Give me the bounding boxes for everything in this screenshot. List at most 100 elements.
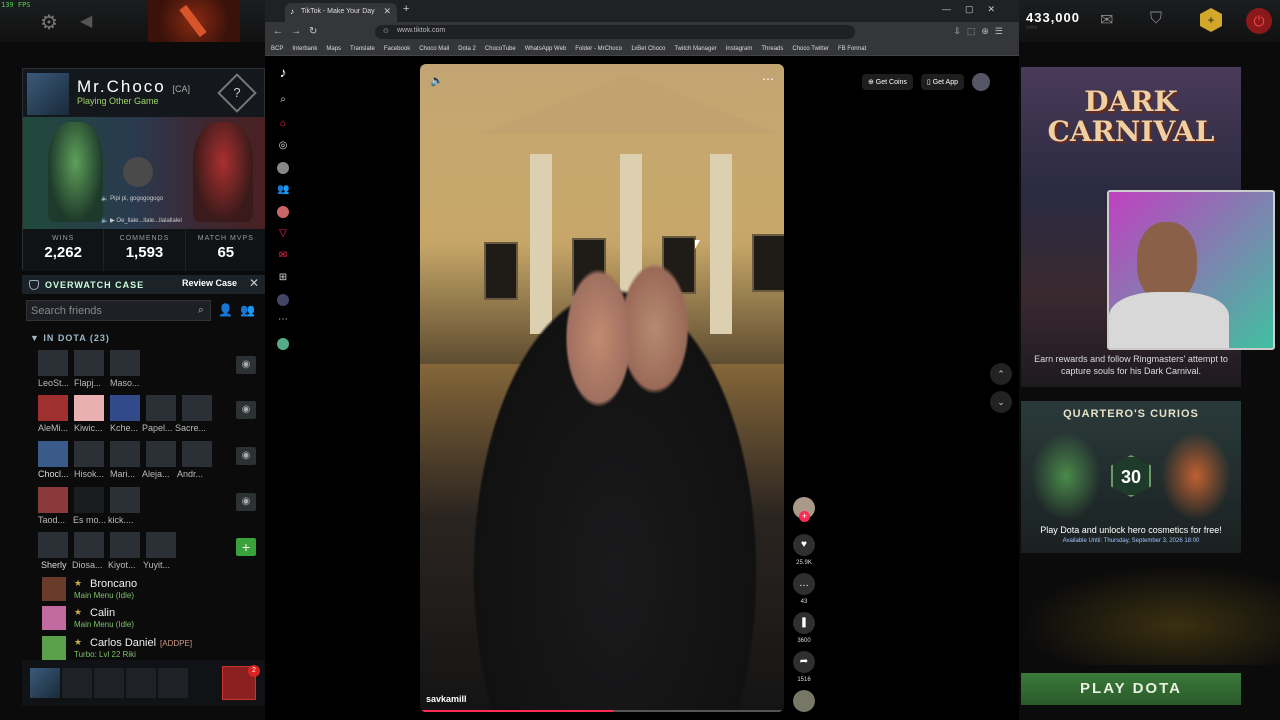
music-disc-icon[interactable] [793, 690, 815, 712]
gear-icon[interactable]: ⚙ [40, 10, 58, 35]
video-player[interactable]: 🔈 ⋯ savkamill [420, 64, 784, 712]
bookmark-item[interactable]: Facebook [384, 46, 410, 52]
heart-icon[interactable]: ♥ [793, 534, 815, 556]
friend-list-item[interactable]: ★ Calin Main Menu (Idle) [42, 606, 262, 634]
bookmark-icon[interactable]: ❚ [793, 612, 815, 634]
friend-avatar[interactable] [38, 441, 68, 467]
quarteros-curios-panel[interactable]: QUARTERO'S CURIOS 30 Play Dota and unloc… [1021, 401, 1241, 553]
previous-video-button[interactable]: ⌃ [990, 363, 1012, 385]
mail-icon[interactable]: ✉ [1100, 10, 1113, 30]
following-icon[interactable] [277, 162, 289, 174]
avatar[interactable] [27, 73, 69, 115]
site-info-icon[interactable]: ⊙ [383, 27, 389, 35]
search-friends-input[interactable]: Search friends ⌕ [26, 300, 211, 321]
bookmark-item[interactable]: Dota 2 [458, 46, 476, 52]
new-tab-icon[interactable]: + [403, 3, 409, 15]
home-icon[interactable]: ⌂ [277, 118, 289, 130]
friends-group-icon[interactable]: 👥 [240, 303, 255, 317]
voice-line-2[interactable]: 🔈 ▶ Oe_llale...llale...llalallalel [101, 217, 182, 224]
add-friend-icon[interactable]: 👤 [218, 303, 233, 317]
comment-icon[interactable]: … [793, 573, 815, 595]
friend-avatar[interactable] [182, 395, 212, 421]
friend-avatar[interactable] [110, 395, 140, 421]
video-progress[interactable] [420, 710, 784, 712]
friend-avatar[interactable] [38, 350, 68, 376]
party-slot[interactable] [62, 668, 92, 698]
messages-icon[interactable]: ✉ [277, 250, 289, 262]
play-dota-button[interactable]: PLAY DOTA [1021, 673, 1241, 705]
friend-avatar[interactable] [110, 532, 140, 558]
tab-tiktok[interactable]: ♪ TikTok - Make Your Day ✕ [285, 3, 397, 22]
eye-icon[interactable]: ◉ [236, 493, 256, 511]
friend-avatar[interactable] [110, 487, 140, 513]
account-avatar[interactable] [277, 338, 289, 350]
bookmark-item[interactable]: Interbank [292, 46, 317, 52]
bookmark-item[interactable]: Translate [350, 46, 375, 52]
close-tab-icon[interactable]: ✕ [383, 6, 391, 17]
friend-avatar[interactable] [38, 532, 68, 558]
profile-card[interactable]: Mr.Choco [CA] Playing Other Game ? 🔈 Pip… [22, 68, 266, 271]
explore-icon[interactable]: ◎ [277, 140, 289, 152]
window-controls[interactable]: —▢✕ [942, 4, 1009, 15]
share-icon[interactable]: ➦ [793, 651, 815, 673]
bookmark-item[interactable]: Twitch Manager [674, 46, 716, 52]
activity-icon[interactable]: ▽ [277, 228, 289, 240]
get-app-button[interactable]: ▯ Get App [920, 74, 964, 90]
author-avatar[interactable]: + [791, 497, 817, 522]
party-slot[interactable] [126, 668, 156, 698]
get-coins-button[interactable]: ⊕ Get Coins [861, 74, 913, 90]
follow-plus-icon[interactable]: + [799, 511, 810, 522]
sound-disc[interactable] [791, 690, 817, 712]
live-icon[interactable] [277, 206, 289, 218]
upload-icon[interactable]: ⊞ [277, 272, 289, 284]
url-field[interactable]: ⊙ www.tiktok.com [375, 25, 855, 39]
friend-avatar[interactable] [146, 532, 176, 558]
dota-logo-icon[interactable] [148, 0, 240, 42]
more-options-icon[interactable]: ⋯ [762, 72, 774, 86]
bookmark-item[interactable]: BCP [271, 46, 283, 52]
bookmark-item[interactable]: ChocoTube [485, 46, 516, 52]
more-icon[interactable]: ⋯ [277, 314, 289, 326]
armory-icon[interactable]: ⛉ [1150, 10, 1162, 28]
eye-icon[interactable]: ◉ [236, 356, 256, 374]
friend-avatar[interactable] [110, 441, 140, 467]
add-icon[interactable]: + [236, 538, 256, 556]
friend-avatar[interactable] [110, 350, 140, 376]
friend-avatar[interactable] [38, 487, 68, 513]
friend-avatar[interactable] [146, 395, 176, 421]
back-arrow-icon[interactable]: ◀ [80, 11, 92, 31]
search-icon[interactable]: ⌕ [277, 94, 289, 106]
toolbar-extensions[interactable]: ⇩⬚⊕☰ [953, 26, 1009, 37]
user-avatar[interactable] [972, 73, 990, 91]
bookmark-item[interactable]: Maps [326, 46, 341, 52]
profile-icon[interactable] [277, 294, 289, 306]
friend-avatar[interactable] [146, 441, 176, 467]
bookmark-item[interactable]: FB Format [838, 46, 866, 52]
like-action[interactable]: ♥ 25.9K [791, 534, 817, 566]
help-icon[interactable]: ? [217, 73, 257, 113]
save-action[interactable]: ❚ 3600 [791, 612, 817, 644]
party-slot-self[interactable] [30, 668, 60, 698]
party-slot[interactable] [158, 668, 188, 698]
party-slot[interactable] [94, 668, 124, 698]
friend-avatar[interactable] [74, 532, 104, 558]
friend-avatar[interactable] [182, 441, 212, 467]
bookmark-item[interactable]: Choco Mail [419, 46, 449, 52]
close-icon[interactable]: ✕ [249, 276, 259, 290]
share-action[interactable]: ➦ 1516 [791, 651, 817, 683]
friend-avatar[interactable] [38, 395, 68, 421]
in-dota-section[interactable]: ▼ IN DOTA (23) [30, 333, 110, 343]
next-video-button[interactable]: ⌄ [990, 391, 1012, 413]
nav-buttons[interactable]: ←→↻ [273, 26, 325, 37]
friends-icon[interactable]: 👥 [277, 184, 289, 196]
eye-icon[interactable]: ◉ [236, 447, 256, 465]
voice-line-1[interactable]: 🔈 Pipi pi, gogogogogo [101, 195, 163, 202]
friend-avatar[interactable] [74, 441, 104, 467]
bookmark-item[interactable]: Instagram [726, 46, 753, 52]
friend-list-item[interactable]: ★ Broncano Main Menu (Idle) [42, 577, 262, 605]
creator-avatar[interactable]: + [793, 497, 815, 522]
bookmark-item[interactable]: Choco Twitter [792, 46, 829, 52]
eye-icon[interactable]: ◉ [236, 401, 256, 419]
friend-avatar[interactable] [74, 395, 104, 421]
comment-action[interactable]: … 43 [791, 573, 817, 605]
